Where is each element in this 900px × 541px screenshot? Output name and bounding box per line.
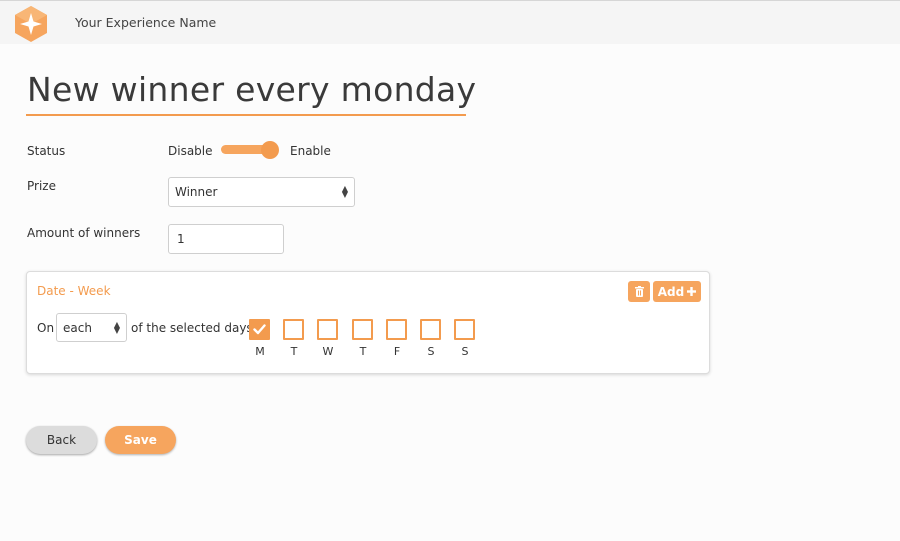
day-checkbox[interactable] [352, 319, 373, 340]
frequency-select[interactable]: each ▲ ▼ [56, 313, 127, 342]
schedule-title: Date - Week [37, 284, 111, 298]
day-label: S [461, 345, 469, 358]
add-button[interactable]: Add [653, 281, 701, 302]
winners-label: Amount of winners [27, 226, 141, 240]
prize-select-value: Winner [175, 185, 218, 199]
day-label: T [290, 345, 298, 358]
logo-icon [15, 6, 47, 42]
save-button-label: Save [124, 433, 157, 447]
add-button-label: Add [657, 284, 685, 299]
back-button[interactable]: Back [26, 426, 97, 454]
schedule-prefix: On [37, 321, 55, 335]
checkmark-icon [253, 324, 266, 335]
prize-select[interactable]: Winner ▲ ▼ [168, 177, 355, 207]
title-underline [26, 114, 466, 116]
delete-button[interactable] [628, 281, 650, 302]
day-sunday[interactable]: S [454, 319, 476, 358]
status-disable-label: Disable [168, 144, 213, 158]
top-bar: Your Experience Name [0, 0, 900, 44]
day-label: T [359, 345, 367, 358]
updown-chevron-icon: ▲ ▼ [341, 184, 348, 199]
day-label: W [322, 345, 334, 358]
day-checkbox[interactable] [454, 319, 475, 340]
page-title[interactable]: New winner every monday [27, 70, 476, 109]
day-checkbox[interactable] [283, 319, 304, 340]
status-enable-label: Enable [290, 144, 331, 158]
prize-label: Prize [27, 179, 56, 193]
toggle-knob [261, 141, 279, 159]
day-label: F [393, 345, 401, 358]
day-tuesday[interactable]: T [283, 319, 305, 358]
schedule-card: Date - Week Add On each ▲ ▼ of the select… [26, 271, 710, 374]
day-checkbox[interactable] [317, 319, 338, 340]
day-monday[interactable]: M [249, 319, 271, 358]
schedule-suffix: of the selected days [131, 321, 253, 335]
day-friday[interactable]: F [386, 319, 408, 358]
trash-icon [634, 286, 644, 297]
day-saturday[interactable]: S [420, 319, 442, 358]
save-button[interactable]: Save [105, 426, 176, 454]
back-button-label: Back [46, 433, 77, 447]
plus-icon [687, 287, 697, 296]
app-name: Your Experience Name [75, 15, 217, 30]
day-checkbox[interactable] [386, 319, 407, 340]
day-wednesday[interactable]: W [317, 319, 339, 358]
winners-input[interactable]: 1 [168, 224, 284, 254]
day-label: M [255, 345, 265, 358]
winners-input-value: 1 [177, 232, 185, 246]
frequency-select-value: each [63, 320, 92, 335]
day-thursday[interactable]: T [352, 319, 374, 358]
day-checkbox[interactable] [420, 319, 441, 340]
updown-chevron-icon: ▲ ▼ [113, 320, 120, 335]
status-label: Status [27, 144, 66, 158]
status-toggle[interactable] [221, 141, 279, 159]
day-label: S [427, 345, 435, 358]
day-checkbox[interactable] [249, 319, 270, 340]
